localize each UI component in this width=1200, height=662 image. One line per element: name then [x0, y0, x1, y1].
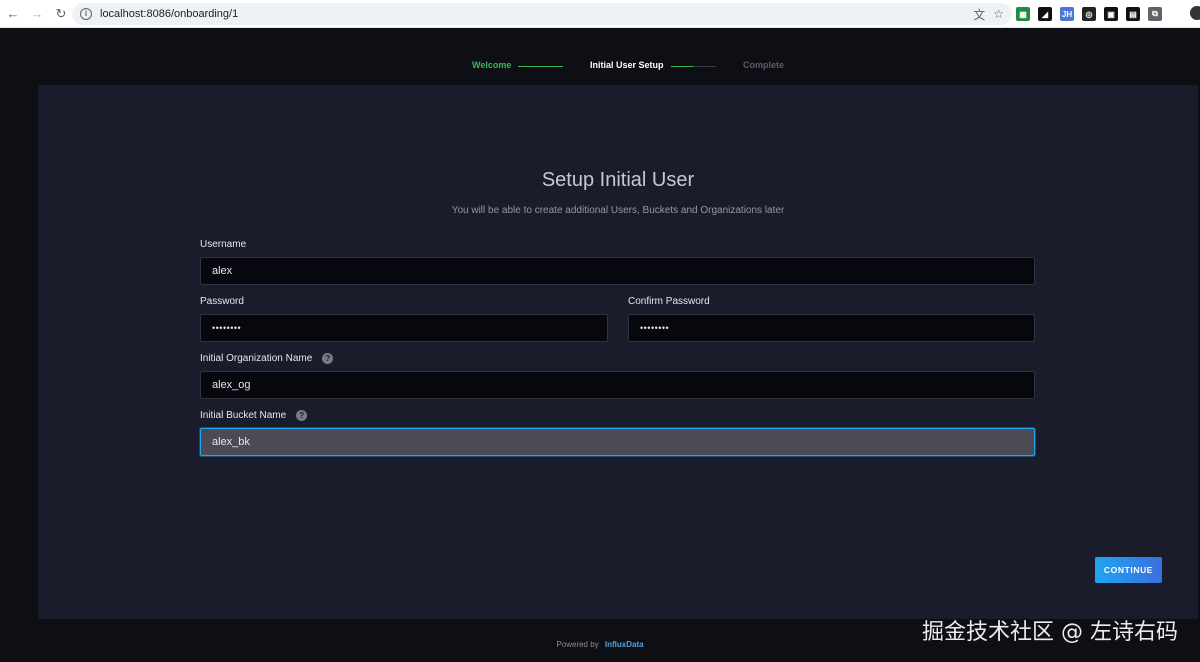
- browser-toolbar: ← → ↻ i localhost:8086/onboarding/1 文 ☆ …: [0, 0, 1200, 28]
- step-welcome: Welcome: [472, 60, 512, 70]
- password-input[interactable]: ••••••••: [200, 314, 608, 342]
- forward-icon[interactable]: →: [26, 3, 48, 25]
- page-title: Setup Initial User: [541, 169, 695, 191]
- puzzle-extension-icon[interactable]: ⧉: [1148, 7, 1162, 21]
- powered-by-text: Powered by: [556, 640, 599, 649]
- badge-extension-icon[interactable]: ◎: [1082, 7, 1096, 21]
- step-complete: Complete: [743, 60, 785, 70]
- page-subtitle: You will be able to create additional Us…: [451, 205, 785, 216]
- confirm-password-input[interactable]: ••••••••: [628, 314, 1035, 342]
- bucket-name-label: Initial Bucket Name ?: [200, 410, 308, 421]
- jh-extension-icon[interactable]: JH: [1060, 7, 1074, 21]
- watermark: 掘金技术社区 @ 左诗右码: [922, 620, 1178, 645]
- profile-avatar[interactable]: [1190, 6, 1200, 20]
- url-text[interactable]: localhost:8086/onboarding/1: [100, 8, 238, 20]
- box-extension-icon[interactable]: ▤: [1126, 7, 1140, 21]
- address-bar[interactable]: i localhost:8086/onboarding/1 文 ☆: [72, 3, 1012, 25]
- influxdata-link[interactable]: InfluxData: [605, 640, 644, 649]
- confirm-password-label-text: Confirm Password: [628, 296, 710, 307]
- step-connector-1: [518, 66, 563, 67]
- username-input[interactable]: alex: [200, 257, 1035, 285]
- password-label-text: Password: [200, 296, 244, 307]
- continue-button[interactable]: CONTINUE: [1095, 557, 1162, 583]
- username-label-text: Username: [200, 239, 247, 250]
- sheets-extension-icon[interactable]: ▦: [1016, 7, 1030, 21]
- step-initial-user-setup: Initial User Setup: [590, 60, 664, 70]
- reload-icon[interactable]: ↻: [50, 3, 72, 25]
- username-label: Username: [200, 239, 246, 250]
- notion-extension-icon[interactable]: ◢: [1038, 7, 1052, 21]
- back-icon[interactable]: ←: [2, 3, 24, 25]
- org-name-label-text: Initial Organization Name: [200, 353, 313, 364]
- org-name-input[interactable]: alex_og: [200, 371, 1035, 399]
- step-connector-2: [671, 66, 716, 67]
- square-extension-icon[interactable]: ▣: [1104, 7, 1118, 21]
- help-icon[interactable]: ?: [322, 353, 334, 364]
- org-name-label: Initial Organization Name ?: [200, 353, 334, 364]
- extensions-bar: ▦ ◢ JH ◎ ▣ ▤ ⧉: [1016, 4, 1162, 24]
- confirm-password-label: Confirm Password: [628, 296, 710, 307]
- help-icon[interactable]: ?: [296, 410, 308, 421]
- password-label: Password: [200, 296, 244, 307]
- site-info-icon[interactable]: i: [80, 8, 92, 20]
- bucket-name-input[interactable]: alex_bk: [200, 428, 1035, 456]
- translate-icon[interactable]: 文: [973, 6, 985, 23]
- setup-panel: Setup Initial User You will be able to c…: [38, 85, 1198, 619]
- star-icon[interactable]: ☆: [993, 7, 1004, 21]
- bucket-name-label-text: Initial Bucket Name: [200, 410, 287, 421]
- onboarding-stepper: Welcome Initial User Setup Complete: [0, 60, 1200, 74]
